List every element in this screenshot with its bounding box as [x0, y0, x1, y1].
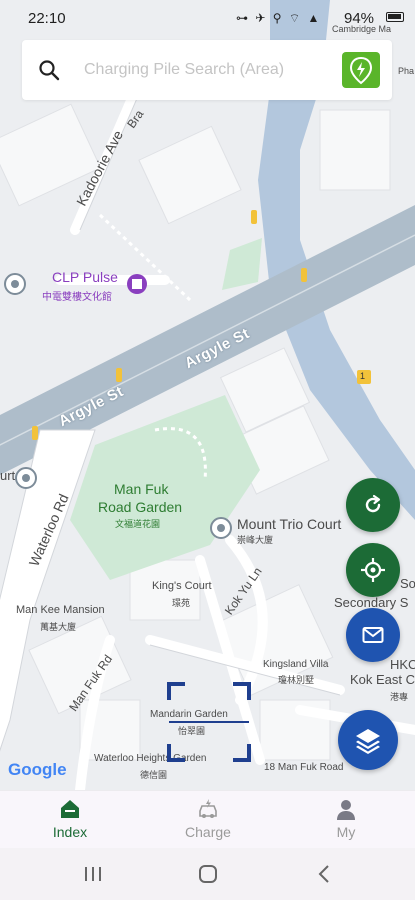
label-hkc: HKC: [390, 657, 415, 672]
tab-index-label: Index: [52, 824, 88, 840]
back-icon[interactable]: [310, 862, 340, 886]
crosshair-icon: [361, 558, 385, 582]
scan-frame-icon[interactable]: [165, 680, 253, 764]
label-mount-trio-court: Mount Trio Court: [237, 516, 342, 532]
charging-car-icon: [199, 799, 217, 818]
tab-my-label: My: [336, 824, 356, 840]
tab-my[interactable]: My: [286, 791, 406, 849]
layers-icon: [356, 729, 380, 754]
charging-pile-map-button[interactable]: [342, 52, 380, 88]
label-clp-pulse-zh: 中電雙樓文化館: [42, 292, 112, 303]
label-phase: Pha: [398, 66, 415, 76]
status-time: 22:10: [28, 10, 66, 27]
label-kingsland-villa-zh: 瓊林別墅: [278, 675, 315, 685]
label-clp-pulse[interactable]: CLP Pulse: [52, 269, 118, 285]
home-icon: [61, 800, 79, 818]
tab-charge[interactable]: Charge: [148, 791, 268, 849]
refresh-button[interactable]: [346, 478, 400, 532]
map-layers-button[interactable]: [338, 710, 398, 770]
label-man-kee-mansion: Man Kee Mansion: [16, 604, 105, 616]
label-court-left: urt: [0, 468, 16, 483]
label-mount-trio-court-zh: 崇峰大廈: [237, 535, 274, 545]
bottom-tab-bar: Index Charge My: [0, 790, 415, 848]
refresh-icon: [365, 494, 381, 513]
label-man-fuk-garden-zh: 文福道花園: [115, 519, 161, 529]
battery-icon: [386, 12, 404, 22]
status-indicators-icon: ⊶ ✈ ⚲ ⌔ ▲: [236, 11, 322, 25]
user-icon: [337, 800, 355, 820]
map-view[interactable]: Cambridge Ma Pha Bra Kadoorie Ave CLP Pu…: [0, 0, 415, 790]
label-man-fuk-garden-2: Road Garden: [98, 499, 183, 515]
search-input[interactable]: [84, 57, 346, 83]
label-kings-court: King's Court: [152, 580, 212, 592]
mail-icon: [362, 627, 384, 643]
route-badge: 1: [360, 371, 366, 381]
message-button[interactable]: [346, 608, 400, 662]
label-kings-court-zh: 璟苑: [172, 598, 191, 608]
label-kok-east-zh: 港專: [390, 692, 409, 702]
label-man-kee-mansion-zh: 萬基大廈: [40, 622, 77, 632]
label-man-fuk-garden: Man Fuk: [114, 481, 169, 497]
label-kingsland-villa: Kingsland Villa: [263, 659, 329, 670]
recent-apps-icon[interactable]: [78, 862, 108, 886]
label-18-man-fuk-road: 18 Man Fuk Road: [264, 762, 344, 773]
label-so: So: [400, 576, 415, 591]
google-attribution: Google: [8, 760, 67, 779]
charging-pile-icon: [349, 56, 373, 85]
system-nav-bar: [0, 848, 415, 900]
status-bar: 22:10 ⊶ ✈ ⚲ ⌔ ▲ 94%: [0, 0, 415, 38]
home-nav-icon[interactable]: [193, 862, 223, 886]
tab-charge-label: Charge: [185, 824, 231, 840]
label-waterloo-heights-zh: 德信園: [140, 770, 168, 780]
locate-me-button[interactable]: [346, 543, 400, 597]
label-kok-east: Kok East C: [350, 672, 415, 687]
search-icon[interactable]: [38, 59, 60, 81]
tab-index[interactable]: Index: [10, 791, 130, 849]
battery-level: 94%: [344, 10, 375, 27]
search-bar: [22, 40, 392, 100]
